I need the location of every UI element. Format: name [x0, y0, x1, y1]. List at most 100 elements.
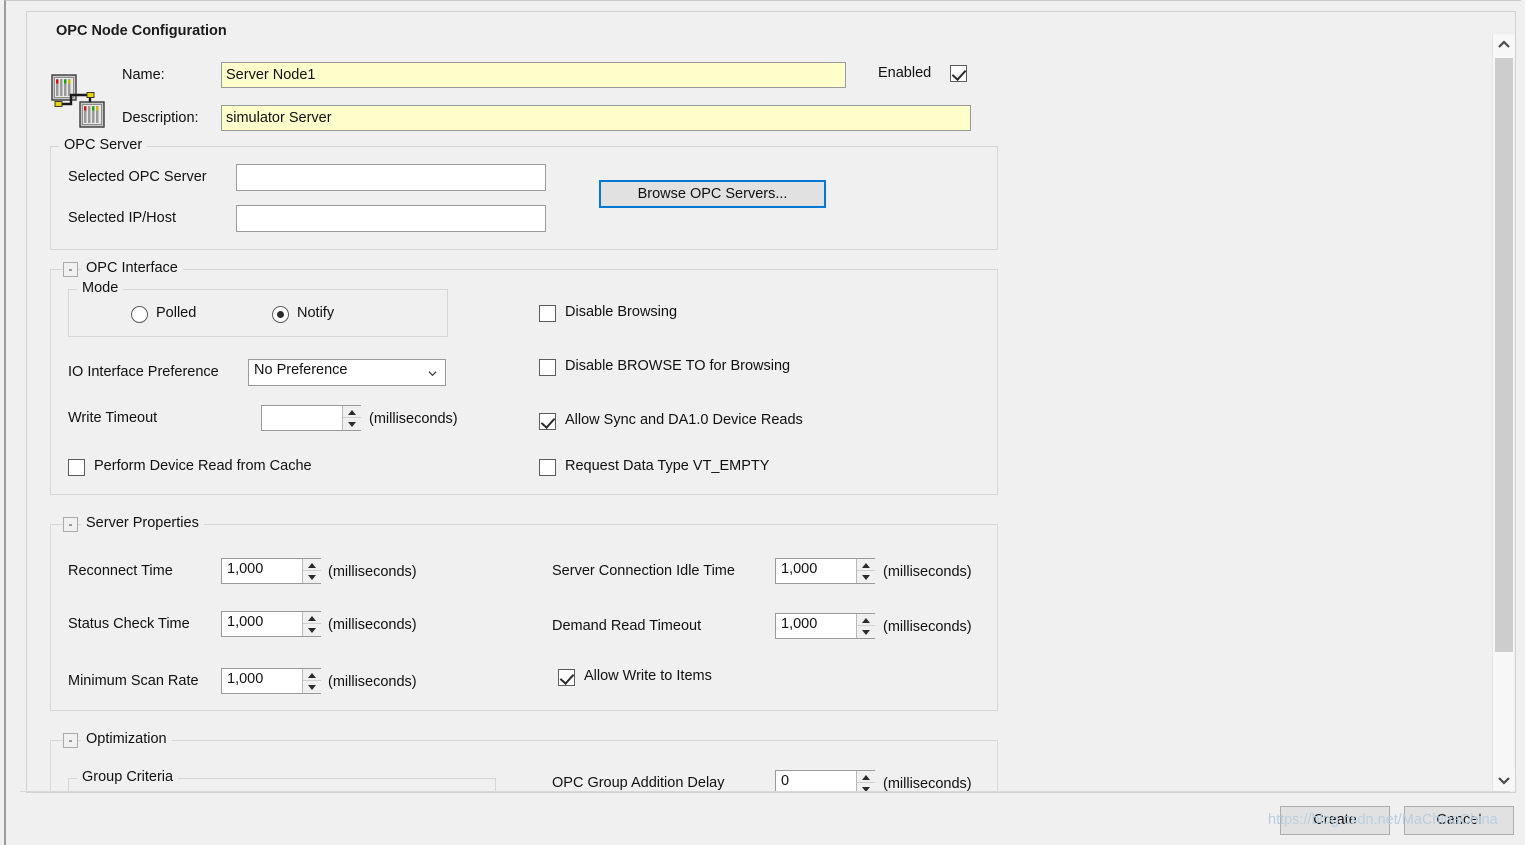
minimum-scan-rate-spinner-up[interactable]: [303, 669, 321, 681]
server-properties-collapse-toggle[interactable]: -: [63, 517, 78, 532]
vertical-scrollbar[interactable]: [1492, 34, 1515, 791]
reconnect-time-units: (milliseconds): [328, 564, 417, 580]
dialog-scroll-content: Name: Server Node1 Description: simulato…: [28, 33, 1490, 791]
server-connection-idle-time-spinner-up[interactable]: [857, 559, 875, 571]
reconnect-time-value: 1,000: [227, 561, 264, 577]
browse-opc-servers-button[interactable]: Browse OPC Servers...: [599, 180, 826, 208]
minimum-scan-rate-label: Minimum Scan Rate: [68, 673, 199, 689]
demand-read-timeout-spinner-buttons: [856, 614, 875, 638]
selected-ip-host-input[interactable]: [236, 205, 546, 232]
server-connection-idle-time-units: (milliseconds): [883, 564, 972, 580]
opc-group-addition-delay-value: 0: [781, 773, 790, 789]
description-label: Description:: [122, 110, 199, 126]
allow-write-to-items-label: Allow Write to Items: [584, 668, 712, 684]
selected-opc-server-label: Selected OPC Server: [68, 169, 207, 185]
disable-browsing-label: Disable Browsing: [565, 304, 678, 320]
server-connection-idle-time-spinner[interactable]: 1,000: [775, 558, 875, 584]
demand-read-timeout-spinner[interactable]: 1,000: [775, 613, 875, 639]
server-connection-idle-time-label: Server Connection Idle Time: [552, 563, 735, 579]
opc-group-addition-delay-label: OPC Group Addition Delay: [552, 775, 725, 791]
status-check-time-spinner-up[interactable]: [303, 612, 321, 624]
opc-interface-group-title: OPC Interface: [81, 260, 183, 276]
reconnect-time-label: Reconnect Time: [68, 563, 173, 579]
demand-read-timeout-spinner-up[interactable]: [857, 614, 875, 626]
scrollbar-thumb[interactable]: [1495, 58, 1513, 652]
opc-group-addition-delay-spinner-down[interactable]: [857, 783, 875, 791]
demand-read-timeout-spinner-down[interactable]: [857, 626, 875, 638]
mode-radio-notify[interactable]: [272, 306, 289, 323]
minimum-scan-rate-value: 1,000: [227, 671, 264, 687]
selected-ip-host-label: Selected IP/Host: [68, 210, 176, 226]
enabled-label: Enabled: [878, 65, 932, 81]
disable-browse-to-label: Disable BROWSE TO for Browsing: [565, 358, 791, 374]
enabled-checkbox[interactable]: [950, 65, 967, 82]
perform-device-read-from-cache-checkbox[interactable]: [68, 459, 85, 476]
io-interface-preference-label: IO Interface Preference: [68, 364, 219, 380]
request-data-type-vt-empty-checkbox[interactable]: [539, 459, 556, 476]
opc-server-group-title: OPC Server: [59, 137, 148, 153]
write-timeout-label: Write Timeout: [68, 410, 158, 426]
selected-opc-server-input[interactable]: [236, 164, 546, 191]
demand-read-timeout-units: (milliseconds): [883, 619, 972, 635]
minimum-scan-rate-spinner[interactable]: 1,000: [221, 668, 321, 694]
demand-read-timeout-value: 1,000: [781, 616, 818, 632]
status-check-time-value: 1,000: [227, 614, 264, 630]
server-connection-idle-time-spinner-down[interactable]: [857, 571, 875, 583]
watermark: https://blog.csdn.net/MaChinaChina: [1268, 812, 1498, 828]
allow-sync-da10-device-reads-label: Allow Sync and DA1.0 Device Reads: [565, 412, 803, 428]
status-check-time-spinner[interactable]: 1,000: [221, 611, 321, 637]
server-properties-group-title: Server Properties: [81, 515, 204, 531]
opc-server-group: OPC Server: [50, 137, 998, 250]
scroll-down-arrow-icon[interactable]: [1493, 769, 1515, 791]
status-check-time-spinner-buttons: [302, 612, 321, 636]
demand-read-timeout-label: Demand Read Timeout: [552, 618, 702, 634]
opc-interface-collapse-toggle[interactable]: -: [63, 262, 78, 277]
io-interface-preference-value: No Preference: [254, 362, 348, 378]
io-interface-preference-select[interactable]: No Preference: [248, 359, 446, 386]
footer-separator: [20, 791, 1510, 792]
minimum-scan-rate-units: (milliseconds): [328, 674, 417, 690]
group-criteria-group-title: Group Criteria: [77, 769, 179, 785]
reconnect-time-spinner-up[interactable]: [303, 559, 321, 571]
reconnect-time-spinner[interactable]: 1,000: [221, 558, 321, 584]
reconnect-time-spinner-buttons: [302, 559, 321, 583]
mode-group-title: Mode: [77, 280, 124, 296]
disable-browse-to-checkbox[interactable]: [539, 359, 556, 376]
perform-device-read-from-cache-label: Perform Device Read from Cache: [94, 458, 312, 474]
description-input[interactable]: simulator Server: [221, 105, 971, 131]
opc-group-addition-delay-spinner-buttons: [856, 771, 875, 791]
disable-browsing-checkbox[interactable]: [539, 305, 556, 322]
name-label: Name:: [122, 67, 165, 83]
reconnect-time-spinner-down[interactable]: [303, 571, 321, 583]
minimum-scan-rate-spinner-down[interactable]: [303, 681, 321, 693]
write-timeout-spinner-buttons: [342, 406, 361, 430]
group-criteria-group: Group Criteria: [68, 769, 496, 791]
dialog-frame: OPC Node Configuration Name: Server Node…: [4, 0, 1521, 845]
mode-radio-notify-label: Notify: [297, 305, 335, 321]
write-timeout-spinner-up[interactable]: [343, 406, 361, 418]
mode-radio-polled-label: Polled: [156, 305, 197, 321]
optimization-group-title: Optimization: [81, 731, 172, 747]
scroll-up-arrow-icon[interactable]: [1493, 34, 1515, 56]
write-timeout-spinner-down[interactable]: [343, 418, 361, 430]
allow-write-to-items-checkbox[interactable]: [558, 669, 575, 686]
mode-radio-polled[interactable]: [131, 306, 148, 323]
opc-node-icon: [51, 74, 105, 128]
opc-group-addition-delay-units: (milliseconds): [883, 776, 972, 791]
server-connection-idle-time-value: 1,000: [781, 561, 818, 577]
opc-node-configuration-dialog: OPC Node Configuration Name: Server Node…: [0, 0, 1525, 845]
request-data-type-vt-empty-label: Request Data Type VT_EMPTY: [565, 458, 770, 474]
write-timeout-units: (milliseconds): [369, 411, 458, 427]
minimum-scan-rate-spinner-buttons: [302, 669, 321, 693]
write-timeout-spinner[interactable]: [261, 405, 361, 431]
mode-group: Mode: [68, 280, 448, 337]
status-check-time-spinner-down[interactable]: [303, 624, 321, 636]
opc-group-addition-delay-spinner-up[interactable]: [857, 771, 875, 783]
allow-sync-da10-device-reads-checkbox[interactable]: [539, 413, 556, 430]
chevron-down-icon: [428, 371, 437, 377]
opc-group-addition-delay-spinner[interactable]: 0: [775, 770, 875, 791]
status-check-time-label: Status Check Time: [68, 616, 190, 632]
name-input[interactable]: Server Node1: [221, 62, 846, 88]
optimization-collapse-toggle[interactable]: -: [63, 733, 78, 748]
server-connection-idle-time-spinner-buttons: [856, 559, 875, 583]
